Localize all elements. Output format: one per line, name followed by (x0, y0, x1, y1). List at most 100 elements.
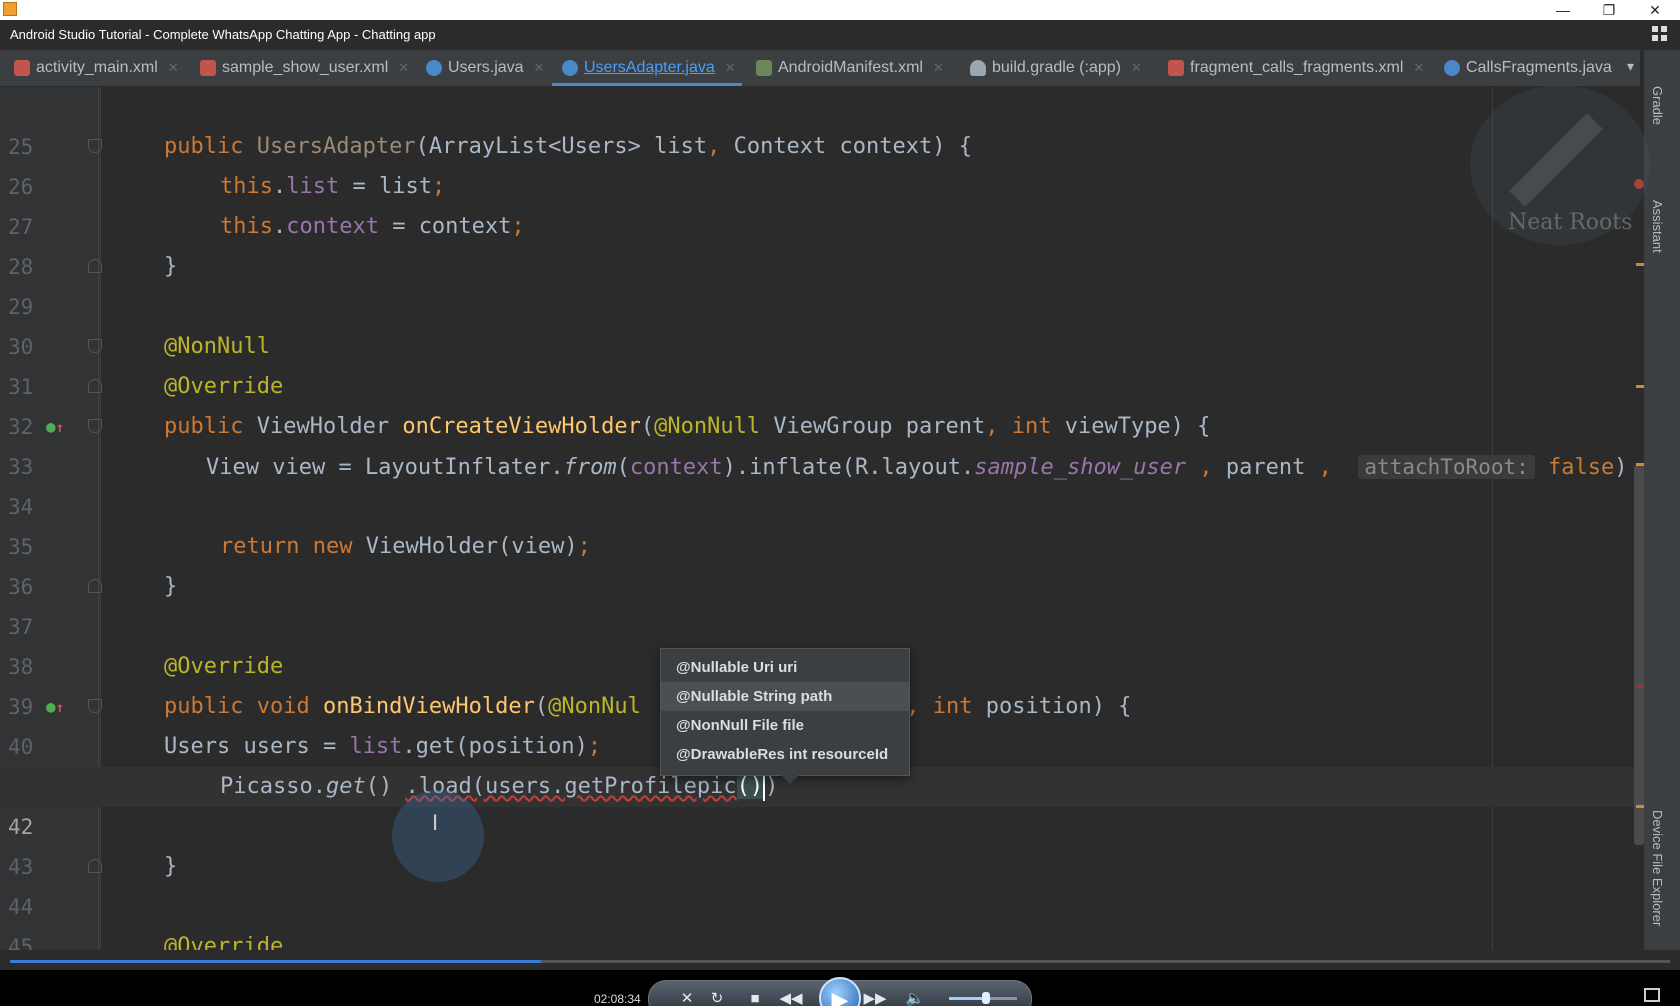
fold-end-marker-icon[interactable] (88, 579, 102, 593)
gradle-tool-button[interactable]: Gradle (1650, 86, 1665, 125)
window-title-bar: — ❐ ✕ (0, 0, 1680, 20)
xml-file-icon (1168, 60, 1184, 76)
tab-calls-fragments-java[interactable]: CallsFragments.java (1444, 50, 1612, 86)
volume-icon[interactable]: 🔈 (903, 987, 927, 1006)
right-tool-strip: Gradle Assistant Device File Explorer (1644, 50, 1680, 950)
code-text: public void onBindViewHolder(@NonNul (164, 694, 641, 719)
code-line[interactable]: 30 (0, 287, 1644, 359)
code-line[interactable]: 36 return new ViewHolder(view); (0, 527, 1644, 599)
fold-marker-icon[interactable] (88, 139, 102, 153)
param-option[interactable]: @DrawableRes int resourceId (661, 740, 909, 769)
code-text: this.list = list; (220, 174, 446, 199)
playback-time: 02:08:34 (594, 992, 641, 1006)
tab-label: activity_main.xml (36, 59, 158, 76)
shuffle-icon[interactable]: ✕ (675, 987, 699, 1006)
code-line[interactable]: 29 } (0, 247, 1644, 319)
code-line[interactable]: 35 (0, 487, 1644, 559)
code-text: @NonNull (164, 334, 270, 359)
tab-close-icon[interactable]: ✕ (933, 60, 944, 76)
fold-marker-icon[interactable] (88, 419, 102, 433)
warning-marker[interactable] (1636, 263, 1644, 266)
java-class-icon (426, 60, 442, 76)
tab-fragment-calls-fragments-xml[interactable]: fragment_calls_fragments.xml ✕ (1168, 50, 1424, 86)
tab-close-icon[interactable]: ✕ (1413, 60, 1424, 76)
tab-build-gradle-app[interactable]: build.gradle (:app) ✕ (970, 50, 1142, 86)
fold-end-marker-icon[interactable] (88, 379, 102, 393)
tab-users-adapter-java[interactable]: UsersAdapter.java ✕ (552, 50, 742, 86)
minimize-button[interactable]: — (1540, 0, 1586, 20)
code-text: @Override (164, 934, 284, 950)
code-text: } (164, 574, 178, 599)
editor-scrollbar[interactable] (1634, 465, 1644, 845)
tab-close-icon[interactable]: ✕ (1131, 60, 1142, 76)
volume-slider[interactable] (949, 992, 1017, 1004)
video-seek-bar[interactable] (10, 960, 1670, 963)
tab-activity-main-xml[interactable]: activity_main.xml ✕ (14, 50, 179, 86)
tab-close-icon[interactable]: ✕ (168, 60, 179, 76)
tab-close-icon[interactable]: ✕ (398, 60, 409, 76)
code-text: } (164, 254, 178, 279)
rewind-button[interactable]: ◀◀ (779, 987, 803, 1006)
tab-label: sample_show_user.xml (222, 59, 389, 76)
fold-end-marker-icon[interactable] (88, 859, 102, 873)
tab-android-manifest-xml[interactable]: AndroidManifest.xml ✕ (756, 50, 944, 86)
code-line[interactable]: 45 (0, 887, 1644, 950)
code-line[interactable]: 38 (0, 607, 1644, 679)
tab-label: build.gradle (:app) (992, 59, 1121, 76)
fast-forward-button[interactable]: ▶▶ (863, 987, 887, 1006)
param-option[interactable]: @Nullable Uri uri (661, 653, 909, 682)
code-line[interactable]: 46 @Override (0, 927, 1644, 950)
code-line[interactable]: 27 this.list = list; (0, 167, 1644, 239)
warning-marker[interactable] (1636, 463, 1644, 466)
tab-users-java[interactable]: Users.java ✕ (426, 50, 544, 86)
code-text: return new ViewHolder(view); (220, 534, 591, 559)
player-controls: 02:08:34 ✕ ↻ ■ ◀◀ ▶ ▶▶ 🔈 (0, 970, 1680, 1006)
tab-label: fragment_calls_fragments.xml (1190, 59, 1404, 76)
restore-button[interactable]: ❐ (1586, 0, 1632, 20)
device-file-explorer-tool-button[interactable]: Device File Explorer (1650, 810, 1665, 926)
fold-end-marker-icon[interactable] (88, 259, 102, 273)
param-option-selected[interactable]: @Nullable String path (661, 682, 909, 711)
xml-file-icon (200, 60, 216, 76)
editor-tab-bar: activity_main.xml ✕ sample_show_user.xml… (0, 50, 1640, 87)
manifest-file-icon (756, 60, 772, 76)
tab-close-icon[interactable]: ✕ (534, 60, 545, 76)
tab-sample-show-user-xml[interactable]: sample_show_user.xml ✕ (200, 50, 409, 86)
switch-to-library-icon[interactable] (1644, 988, 1660, 1002)
error-marker[interactable] (1636, 685, 1644, 688)
warning-marker[interactable] (1636, 805, 1644, 808)
repeat-icon[interactable]: ↻ (705, 987, 729, 1006)
code-line[interactable]: 33 ●↑ public ViewHolder onCreateViewHold… (0, 407, 1644, 479)
code-editor[interactable]: 25 26 public UsersAdapter(ArrayList<User… (0, 87, 1644, 950)
watermark-text: Neat Roots (1508, 210, 1633, 235)
video-frame[interactable]: Android Studio Tutorial - Complete Whats… (0, 20, 1680, 1006)
param-option[interactable]: @NonNull File file (661, 711, 909, 740)
chevron-down-icon[interactable]: ▾ (1627, 58, 1634, 75)
close-button[interactable]: ✕ (1632, 0, 1678, 20)
stop-button[interactable]: ■ (743, 987, 767, 1006)
code-text: public UsersAdapter(ArrayList<Users> lis… (164, 134, 972, 159)
code-line[interactable]: 25 (0, 87, 1644, 159)
code-line[interactable]: 34 View view = LayoutInflater.from(conte… (0, 447, 1644, 519)
volume-knob[interactable] (982, 992, 991, 1004)
xml-file-icon (14, 60, 30, 76)
code-line[interactable]: 37 } (0, 567, 1644, 639)
code-line[interactable]: 43 (0, 807, 1644, 879)
code-line[interactable]: 32 @Override (0, 367, 1644, 439)
code-line[interactable]: 44 } (0, 847, 1644, 919)
code-line[interactable]: 26 public UsersAdapter(ArrayList<Users> … (0, 127, 1644, 199)
play-button[interactable]: ▶ (819, 977, 861, 1006)
override-method-icon[interactable]: ●↑ (46, 697, 66, 717)
override-method-icon[interactable]: ●↑ (46, 417, 66, 437)
code-text: this.context = context; (220, 214, 525, 239)
assistant-tool-button[interactable]: Assistant (1650, 200, 1665, 253)
warning-marker[interactable] (1636, 385, 1644, 388)
code-line[interactable]: 31 @NonNull (0, 327, 1644, 399)
java-class-icon (562, 60, 578, 76)
fold-marker-icon[interactable] (88, 339, 102, 353)
code-line[interactable]: 28 this.context = context; (0, 207, 1644, 279)
tab-close-icon[interactable]: ✕ (725, 60, 736, 76)
java-class-icon (1444, 60, 1460, 76)
fold-marker-icon[interactable] (88, 699, 102, 713)
grid-layout-icon[interactable] (1652, 26, 1668, 42)
